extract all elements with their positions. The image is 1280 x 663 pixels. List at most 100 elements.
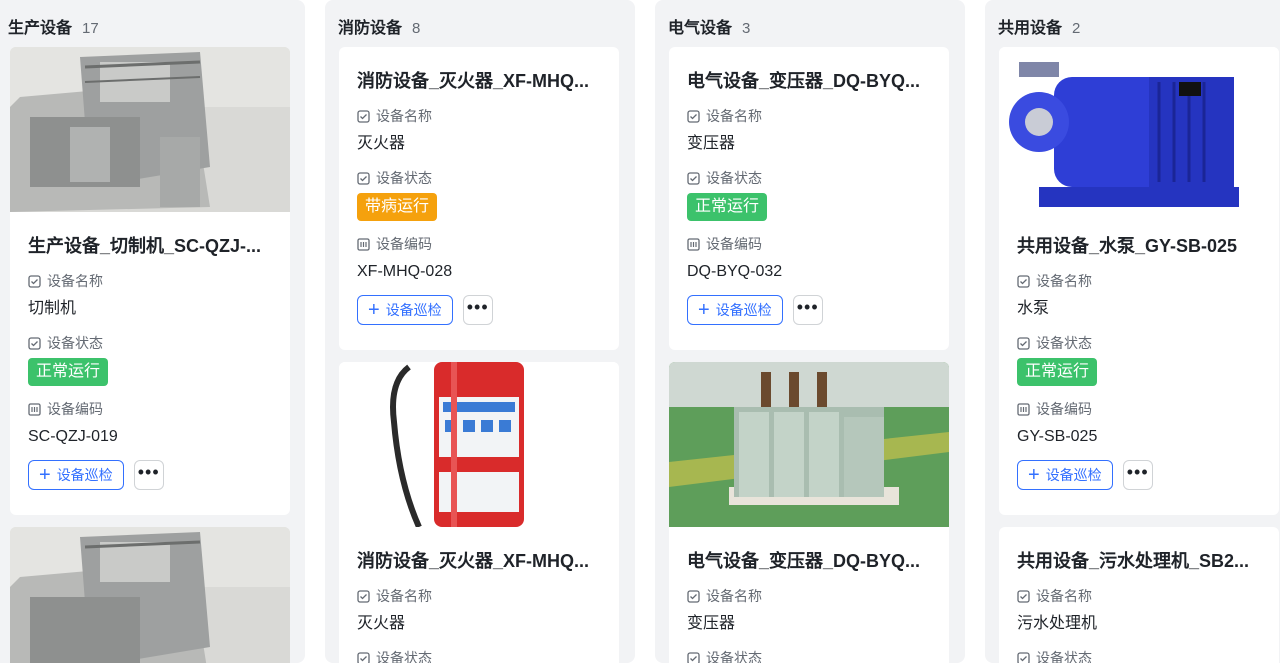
more-button[interactable]: ••• <box>462 295 493 325</box>
field-label-text: 设备名称 <box>1036 273 1092 289</box>
equipment-code: SC-QZJ-019 <box>28 428 118 445</box>
column-header: 共用设备 2 <box>998 14 1080 38</box>
plus-icon: + <box>39 464 51 486</box>
equipment-name: 切制机 <box>28 300 77 317</box>
checkbox-icon <box>357 589 370 603</box>
equipment-card[interactable]: 电气设备_变压器_DQ-BYQ... 设备名称 变压器 设备状态 正常运行 设备… <box>669 47 949 350</box>
inspect-button-label: 设备巡检 <box>385 302 442 318</box>
field-label-name: 设备名称 <box>687 587 931 605</box>
checkbox-icon <box>687 109 700 123</box>
field-label-text: 设备编码 <box>1036 401 1092 417</box>
field-label-text: 设备状态 <box>376 650 432 663</box>
equipment-name: 灭火器 <box>357 135 406 152</box>
field-label-text: 设备名称 <box>706 588 762 604</box>
column-electrical: 电气设备 3 电气设备_变压器_DQ-BYQ... 设备名称 变压器 设备状态 … <box>655 0 965 663</box>
more-icon: ••• <box>796 297 819 317</box>
column-count: 2 <box>1072 20 1081 37</box>
equipment-card[interactable]: 消防设备_灭火器_XF-MHQ... 设备名称 灭火器 设备状态 <box>339 362 619 663</box>
equipment-card[interactable]: 共用设备_水泵_GY-SB-025 设备名称 水泵 设备状态 正常运行 设备编码… <box>999 47 1279 515</box>
equipment-card[interactable]: 消防设备_灭火器_XF-MHQ... 设备名称 灭火器 设备状态 带病运行 设备… <box>339 47 619 350</box>
field-label-text: 设备状态 <box>47 335 103 351</box>
field-label-text: 设备状态 <box>376 170 432 186</box>
equipment-image <box>10 527 290 663</box>
field-label-status: 设备状态 <box>687 169 931 187</box>
more-icon: ••• <box>1126 462 1149 482</box>
card-actions: + 设备巡检 ••• <box>357 295 601 325</box>
field-label-text: 设备名称 <box>376 108 432 124</box>
card-title[interactable]: 消防设备_灭火器_XF-MHQ... <box>357 549 601 573</box>
barcode-icon <box>1017 402 1030 416</box>
equipment-name: 变压器 <box>687 615 736 632</box>
equipment-image <box>10 47 290 212</box>
plus-icon: + <box>698 299 710 321</box>
equipment-card[interactable]: 共用设备_污水处理机_SB2... 设备名称 污水处理机 设备状态 <box>999 527 1279 663</box>
field-label-text: 设备名称 <box>706 108 762 124</box>
checkbox-icon <box>1017 336 1030 350</box>
plus-icon: + <box>1028 464 1040 486</box>
column-count: 17 <box>82 20 99 37</box>
field-label-text: 设备名称 <box>1036 588 1092 604</box>
equipment-name: 灭火器 <box>357 615 406 632</box>
equipment-name: 水泵 <box>1017 300 1050 317</box>
more-icon: ••• <box>466 297 489 317</box>
field-label-text: 设备状态 <box>706 170 762 186</box>
more-button[interactable]: ••• <box>133 460 164 490</box>
field-label-name: 设备名称 <box>357 587 601 605</box>
inspect-button-label: 设备巡检 <box>56 467 113 483</box>
checkbox-icon <box>687 651 700 663</box>
checkbox-icon <box>28 336 41 350</box>
more-button[interactable]: ••• <box>792 295 823 325</box>
card-title[interactable]: 电气设备_变压器_DQ-BYQ... <box>687 69 931 93</box>
inspect-button-label: 设备巡检 <box>1045 467 1102 483</box>
column-header: 消防设备 8 <box>338 14 420 38</box>
inspect-button[interactable]: + 设备巡检 <box>28 460 124 490</box>
field-label-status: 设备状态 <box>357 169 601 187</box>
checkbox-icon <box>1017 274 1030 288</box>
field-label-text: 设备状态 <box>1036 650 1092 663</box>
card-title[interactable]: 电气设备_变压器_DQ-BYQ... <box>687 549 931 573</box>
field-label-name: 设备名称 <box>357 107 601 125</box>
equipment-card[interactable] <box>10 527 290 663</box>
status-badge: 正常运行 <box>28 358 109 386</box>
field-label-text: 设备名称 <box>47 273 103 289</box>
field-label-text: 设备名称 <box>376 588 432 604</box>
inspect-button[interactable]: + 设备巡检 <box>687 295 783 325</box>
column-header: 电气设备 3 <box>668 14 750 38</box>
equipment-code: DQ-BYQ-032 <box>687 263 783 280</box>
card-title[interactable]: 共用设备_污水处理机_SB2... <box>1017 549 1261 573</box>
status-badge: 正常运行 <box>687 193 768 221</box>
checkbox-icon <box>1017 651 1030 663</box>
column-count: 8 <box>412 20 421 37</box>
column-fire: 消防设备 8 消防设备_灭火器_XF-MHQ... 设备名称 灭火器 设备状态 … <box>325 0 635 663</box>
field-label-status: 设备状态 <box>1017 334 1261 352</box>
checkbox-icon <box>687 589 700 603</box>
field-label-name: 设备名称 <box>1017 272 1261 290</box>
inspect-button[interactable]: + 设备巡检 <box>1017 460 1113 490</box>
more-icon: ••• <box>137 462 160 482</box>
column-shared: 共用设备 2 共用设备_水泵_GY-SB-025 设备名称 水泵 设备状态 正常… <box>985 0 1280 663</box>
kanban-board: 生产设备 17 生产设备_切制机_SC-QZJ-... 设备名称 切制机 设备状… <box>0 0 1280 663</box>
field-label-name: 设备名称 <box>1017 587 1261 605</box>
field-label-text: 设备状态 <box>706 650 762 663</box>
status-badge: 带病运行 <box>357 193 438 221</box>
field-label-name: 设备名称 <box>687 107 931 125</box>
checkbox-icon <box>28 274 41 288</box>
equipment-card[interactable]: 生产设备_切制机_SC-QZJ-... 设备名称 切制机 设备状态 正常运行 设… <box>10 47 290 515</box>
more-button[interactable]: ••• <box>1122 460 1153 490</box>
field-label-text: 设备编码 <box>47 401 103 417</box>
card-title[interactable]: 消防设备_灭火器_XF-MHQ... <box>357 69 601 93</box>
equipment-image <box>999 47 1279 212</box>
barcode-icon <box>28 402 41 416</box>
inspect-button-label: 设备巡检 <box>715 302 772 318</box>
checkbox-icon <box>357 171 370 185</box>
barcode-icon <box>687 237 700 251</box>
card-title[interactable]: 共用设备_水泵_GY-SB-025 <box>1017 234 1261 258</box>
field-label-code: 设备编码 <box>1017 400 1261 418</box>
status-badge: 正常运行 <box>1017 358 1098 386</box>
inspect-button[interactable]: + 设备巡检 <box>357 295 453 325</box>
equipment-image <box>339 362 619 527</box>
card-title[interactable]: 生产设备_切制机_SC-QZJ-... <box>28 234 272 258</box>
equipment-card[interactable]: 电气设备_变压器_DQ-BYQ... 设备名称 变压器 设备状态 <box>669 362 949 663</box>
column-production: 生产设备 17 生产设备_切制机_SC-QZJ-... 设备名称 切制机 设备状… <box>0 0 305 663</box>
equipment-name: 变压器 <box>687 135 736 152</box>
